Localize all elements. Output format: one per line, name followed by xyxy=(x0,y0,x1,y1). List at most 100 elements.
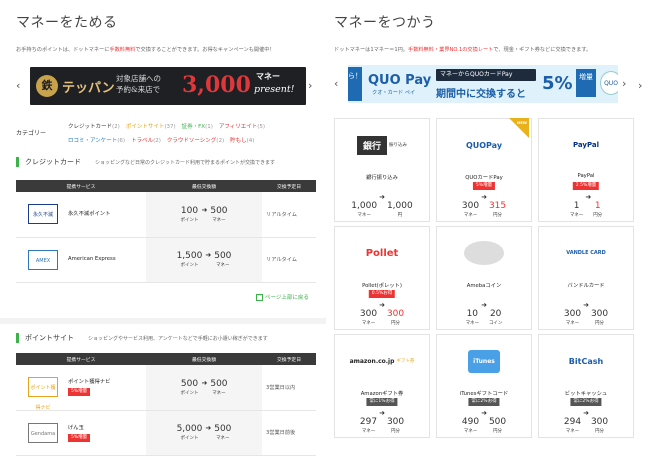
rate-from-unit: マネー xyxy=(465,321,480,326)
card-logo-text: BitCash xyxy=(568,356,604,366)
use-intro: ドットマネーは1マネー＝1円。手数料無料・業界NO.1の交換レートで、現金・ギフ… xyxy=(334,46,591,53)
category-link[interactable]: アフィリエイト(5) xyxy=(219,124,265,130)
card-logo-text: Pollet xyxy=(365,247,399,259)
table-row[interactable]: 永久不滅 永久不滅ポイント 100 ポイント ➜ 500 マネー リアルタイム xyxy=(16,192,316,238)
category-label: カテゴリー xyxy=(16,130,47,137)
arrow-right-icon: ➜ xyxy=(481,193,487,201)
rate-to: 300 円分 xyxy=(591,409,608,434)
carousel-next-button[interactable]: › xyxy=(308,79,312,92)
category-name: トラベル xyxy=(131,138,154,144)
category-link[interactable]: トラベル(2) xyxy=(131,138,161,144)
exchange-card[interactable]: Pollet Pollet(ポレット) 0.5%お得 300 マネー ➜300 円分 xyxy=(334,226,430,330)
card-logo-icon: 銀行 振り込み xyxy=(335,129,429,161)
card-logo-text: coins xyxy=(463,241,505,265)
grid-next-button[interactable]: › xyxy=(638,79,642,92)
rate-to-unit: 円分 xyxy=(493,213,503,218)
rate-to-value: 500 xyxy=(210,205,228,216)
exchange-card[interactable]: BitCash ビットキャッシュ 常に2%お得 294 マネー ➜300 円分 xyxy=(538,334,634,438)
card-logo-text: iTunes xyxy=(468,349,500,373)
rate-from: 100 ポイント xyxy=(180,206,198,223)
carousel-prev-button[interactable]: ‹ xyxy=(16,79,20,92)
category-count: (5) xyxy=(257,124,266,130)
col-schedule: 交換予定日 xyxy=(262,353,316,365)
use-intro-highlight: 手数料無料・業界NO.1の交換レート xyxy=(408,47,494,53)
card-rate: 300 マネー ➜300 円分 xyxy=(335,301,429,326)
rate-from: 1,000 マネー xyxy=(351,193,377,218)
rate-cell: 5,000 ポイント ➜ 500 マネー xyxy=(146,410,262,456)
exchange-card[interactable]: VANDLE CARD バンドルカード 300 マネー ➜300 円分 xyxy=(538,226,634,330)
exchange-card[interactable]: coins Amebaコイン 10 マネー ➜20 コイン xyxy=(436,226,532,330)
rate-from-value: 300 xyxy=(563,309,582,319)
use-banner-carousel: ら！ QUO Pay クオ・カード ペイ マネーからQUOカードPay 期間中に… xyxy=(334,64,634,104)
rate-from-value: 5,000 xyxy=(176,424,203,434)
rate-from-unit: ポイント xyxy=(180,217,199,223)
quopay-side-text: ら！ xyxy=(348,67,362,101)
table-row[interactable]: AMEX American Express 1,500 ポイント ➜ 500 マネー リアルタ… xyxy=(16,237,316,283)
heading-bar xyxy=(16,157,19,167)
rate-to: 500 マネー xyxy=(210,206,227,223)
carousel-prev-button[interactable]: ‹ xyxy=(334,77,338,90)
rate-cell: 500 ポイント ➜ 500 マネー xyxy=(146,365,262,411)
card-logo-icon: coins xyxy=(437,237,531,269)
card-logo-sub: ギフト券 xyxy=(396,359,415,364)
earn-section: マネーをためる お手持ちのポイントは、ドットマネーに手数料無料で交換することがで… xyxy=(0,0,326,468)
exchange-card[interactable]: 銀行 振り込み 銀行振り込み 1,000 マネー ➜1,000 円 xyxy=(334,118,430,222)
category-link[interactable]: 証券・FX(1) xyxy=(182,124,213,130)
card-badge: 2.5%増量 xyxy=(572,182,600,190)
page-top-text: ページ上部に戻る xyxy=(265,295,309,301)
carousel-next-button[interactable]: › xyxy=(622,77,626,90)
rate-from-unit: マネー xyxy=(569,213,584,218)
category-link[interactable]: クラウドソーシング(2) xyxy=(167,138,224,144)
category-link[interactable]: 貯もし(4) xyxy=(230,138,254,144)
rate-from-value: 1 xyxy=(573,201,580,211)
service-name-block: げん玉 5%増量 xyxy=(68,424,91,442)
teppan-copy-line2: 予約&来店で xyxy=(116,85,161,94)
page-top-link[interactable]: ^ ページ上部に戻る xyxy=(256,293,309,301)
service-name[interactable]: ポイント獲得ナビ xyxy=(68,378,110,387)
exchange-card[interactable]: PayPal PayPal 2.5%増量 1 マネー ➜1 円分 xyxy=(538,118,634,222)
credit-heading-text: クレジットカード xyxy=(25,158,81,166)
category-name: アフィリエイト xyxy=(218,124,258,130)
card-badge: 5%増量 xyxy=(472,182,496,190)
arrow-right-icon: ➜ xyxy=(205,251,212,259)
exchange-card[interactable]: iTunes iTunesギフトコード 常に2%お得 490 マネー ➜500 円分 xyxy=(436,334,532,438)
service-name[interactable]: げん玉 xyxy=(68,424,90,433)
rate-to-unit: 円分 xyxy=(391,429,401,434)
card-logo-text: PayPal xyxy=(572,141,600,149)
rate-cell: 100 ポイント ➜ 500 マネー xyxy=(146,192,262,238)
use-title: マネーをつかう xyxy=(334,15,436,31)
rate-from-unit: マネー xyxy=(361,429,376,434)
teppan-banner[interactable]: 鉄 テッパン 対象店舗への 予約&来店で 3,000 マネー present! xyxy=(30,67,306,105)
earn-title: マネーをためる xyxy=(16,15,118,31)
service-name[interactable]: American Express xyxy=(68,255,116,264)
point-desc: ショッピングやサービス利用、アンケートなどで手軽にお小遣い稼ぎができます xyxy=(88,335,268,342)
category-link[interactable]: クレジットカード(2) xyxy=(68,124,120,130)
quo-bear-icon: QUO xyxy=(600,71,618,95)
category-count: (4) xyxy=(246,138,255,144)
card-name: 銀行振り込み xyxy=(366,175,398,181)
exchange-card[interactable]: amazon.co.jp ギフト券 Amazonギフト券 常に1%お得 297 マネー ➜3… xyxy=(334,334,430,438)
rate-from: 300 マネー xyxy=(564,301,581,326)
arrow-right-icon: ➜ xyxy=(201,205,208,214)
quopay-zo: 増量 xyxy=(576,69,596,97)
bonus-badge: 5%増量 xyxy=(68,433,91,442)
earn-intro: お手持ちのポイントは、ドットマネーに手数料無料で交換することができます。お得なキ… xyxy=(16,46,275,53)
category-link[interactable]: ポイントサイト(37) xyxy=(126,124,176,130)
earn-intro-pre: お手持ちのポイントは、ドットマネーに xyxy=(16,47,110,53)
col-schedule: 交換予定日 xyxy=(262,180,316,192)
exchange-card[interactable]: QUOPay NEW QUOカードPay 5%増量 300 マネー ➜315 円分 xyxy=(436,118,532,222)
rate-from-unit: ポイント xyxy=(180,263,199,268)
earn-intro-post: で交換することができます。お得なキャンペーンも開催中！ xyxy=(135,47,275,53)
arrow-right-icon: ➜ xyxy=(583,301,589,309)
rate-to-unit: 円分 xyxy=(391,321,401,326)
quopay-banner[interactable]: ら！ QUO Pay クオ・カード ペイ マネーからQUOカードPay 期間中に… xyxy=(348,65,618,103)
exchange-card-grid: 銀行 振り込み 銀行振り込み 1,000 マネー ➜1,000 円 QUOPay NEW QUOカ… xyxy=(334,118,634,438)
category-link[interactable]: ロコミ・アンケート(6) xyxy=(68,138,125,144)
rate-to: 500 マネー xyxy=(210,379,227,396)
rate-to-value: 1 xyxy=(594,201,601,211)
table-row[interactable]: Gendama げん玉 5%増量 5,000 ポイント ➜ 500 マネー 3営業日前後 xyxy=(16,410,316,456)
teppan-amount: 3,000 xyxy=(182,72,251,98)
rate-to: 500 マネー xyxy=(214,251,231,268)
table-row[interactable]: ポイント獲得ナビ ポイント獲得ナビ 5%増量 500 ポイント ➜ 500 マネー 3営業日以内 xyxy=(16,365,316,411)
service-name[interactable]: 永久不滅ポイント xyxy=(68,210,110,219)
